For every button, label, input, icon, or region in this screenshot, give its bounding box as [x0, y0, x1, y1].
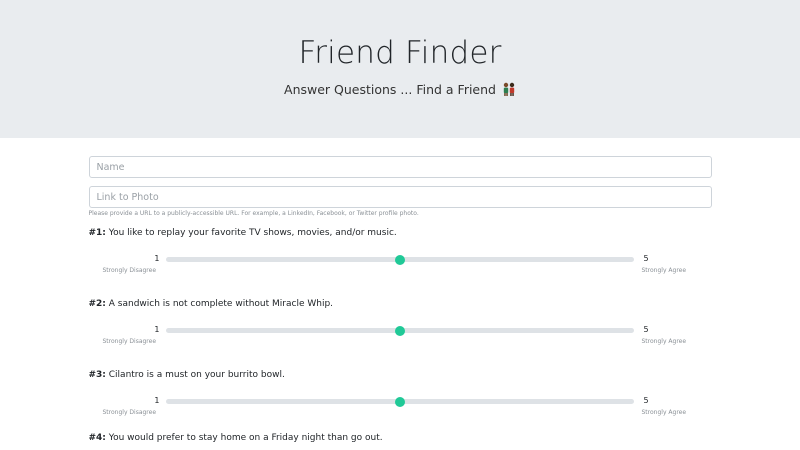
question-text: #3: Cilantro is a must on your burrito b… — [89, 369, 712, 381]
subtitle-text: Answer Questions ... Find a Friend — [284, 82, 496, 97]
rating-slider[interactable] — [165, 254, 634, 265]
scale-max-label: Strongly Agree — [641, 409, 687, 416]
scale-min-label: Strongly Disagree — [102, 338, 157, 345]
scale-max-value: 5 — [643, 254, 649, 263]
question-label: You like to replay your favorite TV show… — [105, 228, 397, 238]
question-text: #1: You like to replay your favorite TV … — [89, 227, 712, 239]
scale-min-label: Strongly Disagree — [102, 409, 157, 416]
question-label: You would prefer to stay home on a Frida… — [105, 433, 383, 443]
question-text: #4: You would prefer to stay home on a F… — [89, 432, 712, 444]
slider-thumb[interactable] — [394, 254, 405, 265]
slider-thumb[interactable] — [394, 396, 405, 407]
question-1: #1: You like to replay your favorite TV … — [89, 227, 712, 289]
page-title: Friend Finder — [298, 35, 502, 71]
question-2: #2: A sandwich is not complete without M… — [89, 298, 712, 360]
question-4: #4: You would prefer to stay home on a F… — [89, 432, 712, 444]
header: Friend Finder Answer Questions ... Find … — [0, 0, 800, 138]
question-number: #4: — [88, 433, 106, 443]
scale-min-value: 1 — [154, 254, 160, 263]
question-label: A sandwich is not complete without Mirac… — [105, 299, 334, 309]
rating-scale: 1 5 Strongly Disagree Strongly Agree — [89, 249, 712, 289]
scale-max-label: Strongly Agree — [641, 267, 687, 274]
question-label: Cilantro is a must on your burrito bowl. — [105, 370, 285, 380]
rating-scale: 1 5 Strongly Disagree Strongly Agree — [89, 391, 712, 431]
slider-thumb[interactable] — [394, 325, 405, 336]
question-number: #2: — [88, 299, 106, 309]
rating-slider[interactable] — [165, 396, 634, 407]
rating-scale: 1 5 Strongly Disagree Strongly Agree — [89, 320, 712, 360]
question-number: #1: — [88, 228, 106, 238]
scale-min-value: 1 — [154, 325, 160, 334]
scale-max-value: 5 — [643, 325, 649, 334]
question-3: #3: Cilantro is a must on your burrito b… — [89, 369, 712, 431]
question-text: #2: A sandwich is not complete without M… — [89, 298, 712, 310]
photo-help-text: Please provide a URL to a publicly-acces… — [88, 210, 419, 217]
photo-link-input[interactable] — [88, 186, 712, 208]
scale-min-value: 1 — [154, 396, 160, 405]
question-number: #3: — [88, 370, 106, 380]
page-subtitle: Answer Questions ... Find a Friend — [0, 81, 800, 99]
rating-slider[interactable] — [165, 325, 634, 336]
name-input[interactable] — [88, 156, 712, 178]
scale-min-label: Strongly Disagree — [102, 267, 157, 274]
scale-max-label: Strongly Agree — [641, 338, 687, 345]
two-people-icon — [503, 82, 515, 96]
scale-max-value: 5 — [643, 396, 649, 405]
survey-form: Please provide a URL to a publicly-acces… — [88, 138, 712, 444]
